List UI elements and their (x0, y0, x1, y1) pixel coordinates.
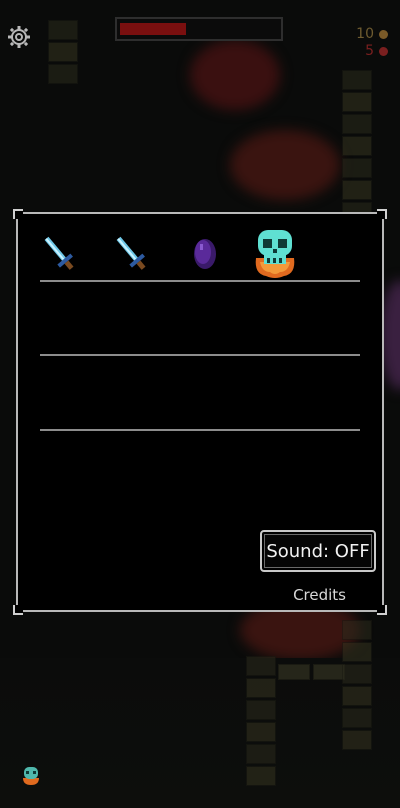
inventory-row (40, 371, 360, 431)
panel-corner (377, 209, 387, 219)
gear-icon[interactable] (6, 24, 32, 50)
background-wall (246, 656, 276, 786)
row-divider (40, 429, 360, 431)
background-foliage (190, 40, 280, 110)
panel-corner (13, 605, 23, 615)
gem-icon (379, 46, 388, 56)
background-floor (0, 658, 400, 808)
mini-skull-icon (20, 764, 42, 786)
blue-sword-icon[interactable] (106, 230, 156, 278)
row-divider (40, 354, 360, 356)
inventory-row (40, 222, 360, 282)
purple-egg-icon[interactable] (178, 230, 228, 278)
background-foliage (230, 130, 340, 200)
blue-sword-icon[interactable] (34, 230, 84, 278)
sound-toggle-button[interactable]: Sound: OFF (260, 530, 376, 572)
background-floor-tiles (278, 664, 345, 680)
gold-counter: 10 (356, 26, 388, 42)
flaming-skull-icon[interactable] (248, 224, 302, 280)
gem-counter: 5 (365, 43, 388, 59)
panel-corner (377, 605, 387, 615)
panel-corner (13, 209, 23, 219)
gold-count: 10 (356, 26, 374, 42)
background-wall (342, 70, 372, 222)
inventory-panel: Sound: OFF Credits (13, 209, 387, 615)
background-wall (342, 620, 372, 750)
health-bar (115, 17, 283, 41)
credits-link[interactable]: Credits (293, 586, 346, 604)
sound-toggle-label: Sound: OFF (266, 540, 370, 562)
coin-icon (379, 29, 388, 39)
inventory-row (40, 296, 360, 356)
row-divider (40, 280, 360, 282)
background-wall (48, 20, 78, 84)
health-bar-fill (120, 23, 186, 35)
gem-count: 5 (365, 43, 374, 59)
